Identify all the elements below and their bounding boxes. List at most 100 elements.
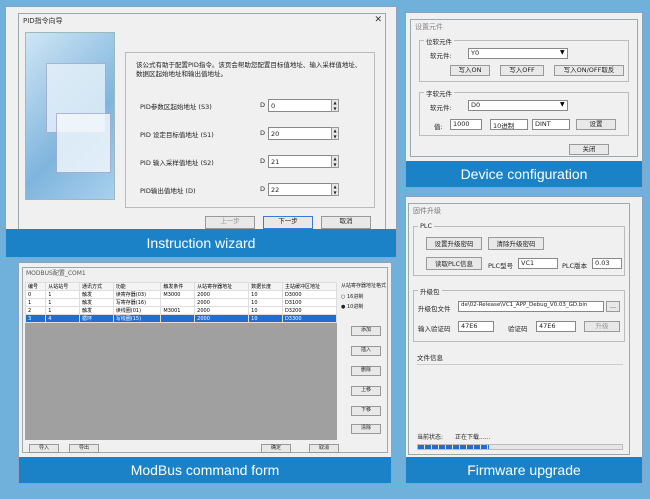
cell: 写寄存器(16) <box>112 298 162 307</box>
column-header: 数据长度 <box>248 282 283 291</box>
firmware-panel: 固件升级 PLC 设置升级密码 清除升级密码 读取PLC信息 PLC型号 VC1… <box>405 196 643 484</box>
word-label: 软元件: <box>430 104 452 112</box>
input-code-field[interactable]: 47E6 <box>458 321 494 332</box>
clear-button[interactable]: 清除 <box>351 424 381 434</box>
cell: 读线圈(01) <box>112 306 162 315</box>
cell: 循环 <box>79 314 114 323</box>
value-label: 值: <box>434 123 443 131</box>
spin-stepper[interactable]: ▲ ▼ <box>331 99 339 112</box>
cell: 1 <box>45 306 81 315</box>
radix-select[interactable]: 10进制 <box>490 119 528 130</box>
progress-fill <box>418 445 490 449</box>
import-button[interactable]: 导入 <box>29 444 59 453</box>
plc-version-label: PLC版本 <box>562 262 588 270</box>
set-upgrade-password-button[interactable]: 设置升级密码 <box>426 237 482 250</box>
insert-button[interactable]: 插入 <box>351 346 381 356</box>
modbus-title: MODBUS配置_COM1 <box>26 270 86 277</box>
spin-stepper[interactable]: ▲ ▼ <box>331 127 339 140</box>
package-file-label: 升级包文件 <box>418 305 451 313</box>
field-input[interactable]: 21 <box>268 155 332 168</box>
word-group: 字软元件 软元件: D0 ▼ 值: 1000 10进制 DINT 设置 <box>419 88 629 136</box>
column-header: 主站缓冲区地址 <box>281 282 338 291</box>
word-device-select[interactable]: D0 <box>468 100 568 111</box>
plc-group-title: PLC <box>418 222 435 230</box>
cell: 10 <box>248 314 283 323</box>
bit-device-select[interactable]: Y0 <box>468 48 568 59</box>
field-input[interactable]: 0 <box>268 99 332 112</box>
plc-group: PLC 设置升级密码 清除升级密码 读取PLC信息 PLC型号 VC1 PLC版… <box>413 222 625 276</box>
set-button[interactable]: 设置 <box>576 119 616 130</box>
table-row-selected[interactable]: 3 4 循环 写线圈(15) 2000 10 D3300 <box>24 314 338 323</box>
close-icon[interactable]: ✕ <box>374 15 382 25</box>
field-input[interactable]: 22 <box>268 183 332 196</box>
spin-stepper[interactable]: ▲ ▼ <box>331 155 339 168</box>
write-off-button[interactable]: 写入OFF <box>500 65 544 76</box>
cell: 10 <box>248 290 283 299</box>
chevron-down-icon[interactable]: ▼ <box>560 49 565 56</box>
close-button[interactable]: 关闭 <box>569 144 609 155</box>
spin-stepper[interactable]: ▲ ▼ <box>331 183 339 196</box>
table-row[interactable]: 1 1 触发 写寄存器(16) 2000 10 D3100 <box>24 298 338 307</box>
value-input[interactable]: 1000 <box>450 119 482 130</box>
plc-model-label: PLC型号 <box>488 262 514 270</box>
wizard-field-1: PID 设定目标值地址 (S1) D 20 ▲ ▼ <box>140 127 366 141</box>
next-button[interactable]: 下一步 <box>263 216 313 229</box>
radio-hex[interactable]: ○ 16进制 <box>341 293 387 300</box>
wizard-illustration <box>25 32 115 200</box>
cell: 1 <box>24 298 47 307</box>
field-label: PID 设定目标值地址 (S1) <box>140 131 214 139</box>
data-type-select[interactable]: DINT <box>532 119 570 130</box>
wizard-window: PID指令向导 ✕ 该公式有助于配置PID指令。该页会帮助您配置目标值地址、输入… <box>18 13 386 235</box>
bit-group-title: 位软元件 <box>424 36 454 46</box>
cell <box>160 314 196 323</box>
verify-code-label: 验证码 <box>508 325 528 333</box>
cell: D3200 <box>281 306 338 315</box>
add-button[interactable]: 添加 <box>351 326 381 336</box>
wizard-title: PID指令向导 <box>23 17 63 25</box>
table-header-row: 编号 从站站号 通讯方式 功能 触发条件 从站寄存器地址 数据长度 主站缓冲区地… <box>24 282 338 291</box>
field-input[interactable]: 20 <box>268 127 332 140</box>
address-format-group: 从站寄存器地址格式 ○ 16进制 ● 10进制 <box>341 282 387 322</box>
cell: M3001 <box>160 306 196 315</box>
field-prefix: D <box>260 185 266 193</box>
upgrade-button[interactable]: 升级 <box>584 321 620 332</box>
ok-button[interactable]: 确定 <box>261 444 291 453</box>
cell: 写线圈(15) <box>112 314 162 323</box>
modbus-table: 编号 从站站号 通讯方式 功能 触发条件 从站寄存器地址 数据长度 主站缓冲区地… <box>24 282 338 323</box>
cell: 2 <box>24 306 47 315</box>
cell: 10 <box>248 306 283 315</box>
cell: 2000 <box>194 314 250 323</box>
browse-button[interactable]: ... <box>606 301 620 312</box>
wizard-description: 该公式有助于配置PID指令。该页会帮助您配置目标值地址、输入采样值地址、数据区起… <box>136 61 362 79</box>
cancel-button[interactable]: 取消 <box>321 216 371 229</box>
cell: 4 <box>45 314 81 323</box>
delete-button[interactable]: 删除 <box>351 366 381 376</box>
modbus-table-area[interactable]: 编号 从站站号 通讯方式 功能 触发条件 从站寄存器地址 数据长度 主站缓冲区地… <box>24 282 338 440</box>
export-button[interactable]: 导出 <box>69 444 99 453</box>
device-caption: Device configuration <box>406 161 642 187</box>
chevron-down-icon[interactable]: ▼ <box>560 101 565 108</box>
package-file-input[interactable]: de\02-Release\VC1_APP_Debug_V0.03_GD.bin <box>458 301 604 312</box>
cell: 10 <box>248 298 283 307</box>
wizard-content: 该公式有助于配置PID指令。该页会帮助您配置目标值地址、输入采样值地址、数据区起… <box>125 52 375 208</box>
move-down-button[interactable]: 下移 <box>351 406 381 416</box>
table-row[interactable]: 0 1 触发 读寄存器(03) M3000 2000 10 D3000 <box>24 290 338 299</box>
column-header: 功能 <box>112 282 162 291</box>
package-group: 升级包 升级包文件 de\02-Release\VC1_APP_Debug_V0… <box>413 286 625 342</box>
cell: 触发 <box>79 290 114 299</box>
plc-version-field: 0.03 <box>592 258 622 269</box>
read-plc-info-button[interactable]: 读取PLC信息 <box>426 257 482 270</box>
cell: 1 <box>45 290 81 299</box>
write-on-button[interactable]: 写入ON <box>450 65 490 76</box>
table-row[interactable]: 2 1 触发 读线圈(01) M3001 2000 10 D3200 <box>24 306 338 315</box>
radio-dec[interactable]: ● 10进制 <box>341 303 387 310</box>
clear-upgrade-password-button[interactable]: 清除升级密码 <box>488 237 544 250</box>
column-header: 从站站号 <box>45 282 81 291</box>
move-up-button[interactable]: 上移 <box>351 386 381 396</box>
cell: 2000 <box>194 290 250 299</box>
cell: 2000 <box>194 306 250 315</box>
prev-button[interactable]: 上一步 <box>205 216 255 229</box>
write-toggle-button[interactable]: 写入ON/OFF取反 <box>554 65 624 76</box>
word-group-title: 字软元件 <box>424 88 454 98</box>
cancel-button[interactable]: 取消 <box>309 444 339 453</box>
